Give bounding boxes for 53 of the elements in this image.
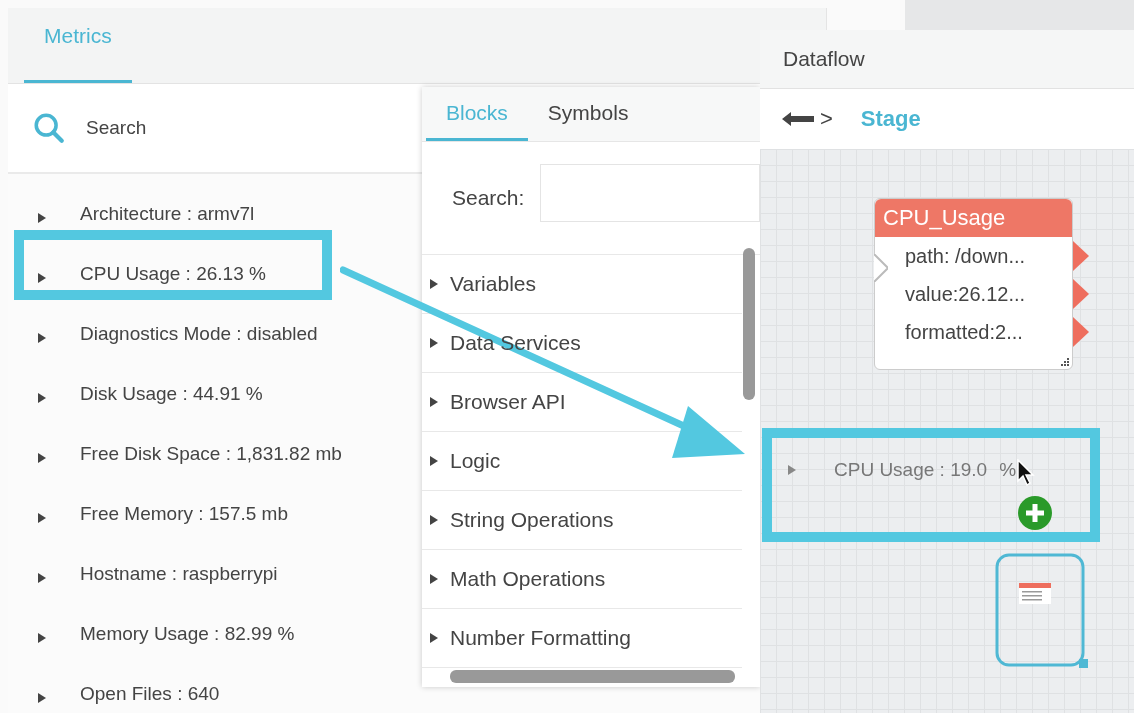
metric-item[interactable]: Architecture : armv7l: [80, 203, 255, 225]
panel-tab[interactable]: Symbols: [527, 87, 649, 141]
search-icon: [32, 111, 66, 145]
search-label: Search:: [452, 186, 525, 210]
category-item[interactable]: Logic: [450, 449, 501, 473]
expand-arrow-icon[interactable]: [430, 397, 438, 407]
metric-item[interactable]: Open Files : 640: [80, 683, 220, 705]
node-title: CPU_Usage: [875, 199, 1072, 237]
cursor-icon: [1016, 459, 1036, 487]
resize-grip-icon[interactable]: [1060, 357, 1070, 367]
metric-item[interactable]: Free Disk Space : 1,831.82 mb: [80, 443, 342, 465]
expand-arrow-icon[interactable]: [430, 574, 438, 584]
metric-item[interactable]: Diagnostics Mode : disabled: [80, 323, 318, 345]
category-item[interactable]: Number Formatting: [450, 626, 631, 650]
scrollbar[interactable]: [450, 670, 735, 683]
category-item[interactable]: Browser API: [450, 390, 566, 414]
dragged-item: %: [999, 459, 1017, 481]
breadcrumb-separator: >: [820, 106, 833, 132]
expand-arrow-icon[interactable]: [38, 633, 46, 643]
expand-arrow-icon[interactable]: [38, 393, 46, 403]
expand-arrow-icon[interactable]: [430, 515, 438, 525]
add-icon: [1017, 495, 1053, 531]
expand-arrow-icon[interactable]: [38, 693, 46, 703]
expand-arrow-icon: [788, 465, 796, 475]
port-label: formatted:2...: [905, 320, 1023, 344]
dragged-item: CPU Usage : 19.0: [834, 459, 988, 481]
category-item[interactable]: String Operations: [450, 508, 614, 532]
back-arrow-icon[interactable]: [782, 111, 814, 127]
metric-item[interactable]: Hostname : raspberrypi: [80, 563, 278, 585]
metric-item[interactable]: Free Memory : 157.5 mb: [80, 503, 289, 525]
expand-arrow-icon[interactable]: [430, 633, 438, 643]
expand-arrow-icon[interactable]: [430, 338, 438, 348]
metric-item[interactable]: CPU Usage : 26.13 %: [80, 263, 266, 285]
expand-arrow-icon[interactable]: [38, 453, 46, 463]
block-node[interactable]: CPU_Usage path: /down... value:26.12... formatted:2...: [874, 198, 1073, 370]
expand-arrow-icon[interactable]: [430, 279, 438, 289]
metric-item[interactable]: Disk Usage : 44.91 %: [80, 383, 263, 405]
expand-arrow-icon[interactable]: [38, 573, 46, 583]
expand-arrow-icon[interactable]: [38, 213, 46, 223]
search-field[interactable]: [540, 164, 760, 222]
expand-arrow-icon[interactable]: [38, 333, 46, 343]
expand-arrow-icon[interactable]: [38, 273, 46, 283]
panel-title: Dataflow: [783, 47, 865, 71]
category-item[interactable]: Math Operations: [450, 567, 606, 591]
expand-arrow-icon[interactable]: [38, 513, 46, 523]
port-label: value:26.12...: [905, 282, 1026, 306]
metric-item[interactable]: Memory Usage : 82.99 %: [80, 623, 295, 645]
port-label: path: /down...: [905, 244, 1026, 268]
expand-arrow-icon[interactable]: [430, 456, 438, 466]
scrollbar[interactable]: [743, 248, 755, 400]
category-item[interactable]: Variables: [450, 272, 536, 296]
search-field[interactable]: Search: [86, 113, 286, 143]
input-port-icon[interactable]: [874, 254, 888, 282]
